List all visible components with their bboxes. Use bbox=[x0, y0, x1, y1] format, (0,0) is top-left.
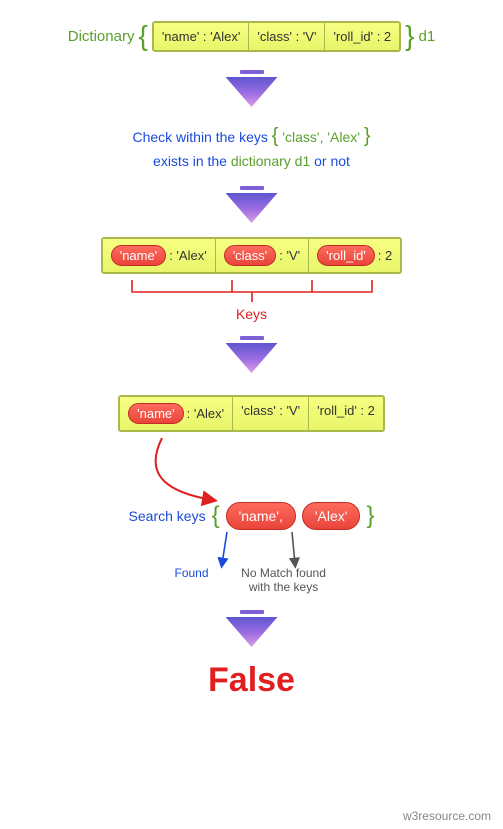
dict-cell: 'class' : 'V' bbox=[249, 23, 325, 50]
dict-cell: 'name': 'Alex' bbox=[103, 239, 216, 272]
curve-svg bbox=[102, 438, 402, 508]
dict-cell: 'class' : 'V' bbox=[233, 397, 309, 430]
result-nomatch: No Match found with the keys bbox=[239, 566, 329, 594]
flow-arrow bbox=[226, 610, 278, 647]
dict-cells-highlighted: 'name': 'Alex' 'class': 'V' 'roll_id': 2 bbox=[101, 237, 403, 274]
keys-label: Keys bbox=[236, 306, 267, 322]
search-label: Search keys bbox=[129, 508, 206, 524]
check-line1a: Check within the keys bbox=[132, 129, 267, 145]
key-pill: 'name' bbox=[111, 245, 166, 266]
key-pill: 'class' bbox=[224, 245, 277, 266]
brace-open: { bbox=[138, 20, 147, 52]
dict-cell: 'roll_id' : 2 bbox=[309, 397, 383, 430]
check-dictref: dictionary d1 bbox=[231, 153, 310, 169]
dict-cell: 'roll_id': 2 bbox=[309, 239, 400, 272]
dict-keys-row: 'name': 'Alex' 'class': 'V' 'roll_id': 2 bbox=[101, 237, 403, 274]
result-false: False bbox=[208, 661, 295, 700]
check-line2c: or not bbox=[314, 153, 350, 169]
footer-credit: w3resource.com bbox=[403, 809, 491, 823]
keys-bracket: Keys bbox=[102, 278, 402, 322]
brace-close: } bbox=[405, 20, 414, 52]
search-results: Found No Match found with the keys bbox=[174, 566, 328, 594]
dictionary-row: Dictionary { 'name' : 'Alex' 'class' : '… bbox=[68, 20, 435, 52]
mini-arrow-svg bbox=[172, 530, 352, 570]
dict-cells-single-hl: 'name': 'Alex' 'class' : 'V' 'roll_id' :… bbox=[118, 395, 385, 432]
dictionary-label: Dictionary bbox=[68, 28, 135, 45]
result-arrows bbox=[172, 530, 332, 570]
dict-first-key-row: 'name': 'Alex' 'class' : 'V' 'roll_id' :… bbox=[118, 395, 385, 432]
bracket-svg bbox=[102, 278, 402, 304]
check-keys: 'class', 'Alex' bbox=[282, 129, 360, 145]
check-line2a: exists in the bbox=[153, 153, 227, 169]
dict-cells: 'name' : 'Alex' 'class' : 'V' 'roll_id' … bbox=[152, 21, 401, 52]
curved-arrow bbox=[102, 438, 402, 508]
dict-cell: 'name' : 'Alex' bbox=[154, 23, 250, 50]
dict-cell: 'class': 'V' bbox=[216, 239, 309, 272]
flow-arrow bbox=[226, 336, 278, 373]
flow-arrow bbox=[226, 70, 278, 107]
nomatch-label: No Match found with the keys bbox=[239, 566, 329, 594]
check-text: Check within the keys { 'class', 'Alex' … bbox=[132, 121, 370, 172]
dict-cell: 'roll_id' : 2 bbox=[325, 23, 399, 50]
dict-cell: 'name': 'Alex' bbox=[120, 397, 233, 430]
flow-arrow bbox=[226, 186, 278, 223]
key-pill: 'name' bbox=[128, 403, 183, 424]
diagram-container: Dictionary { 'name' : 'Alex' 'class' : '… bbox=[0, 0, 503, 720]
dict-varname: d1 bbox=[419, 28, 436, 45]
key-pill: 'roll_id' bbox=[317, 245, 375, 266]
